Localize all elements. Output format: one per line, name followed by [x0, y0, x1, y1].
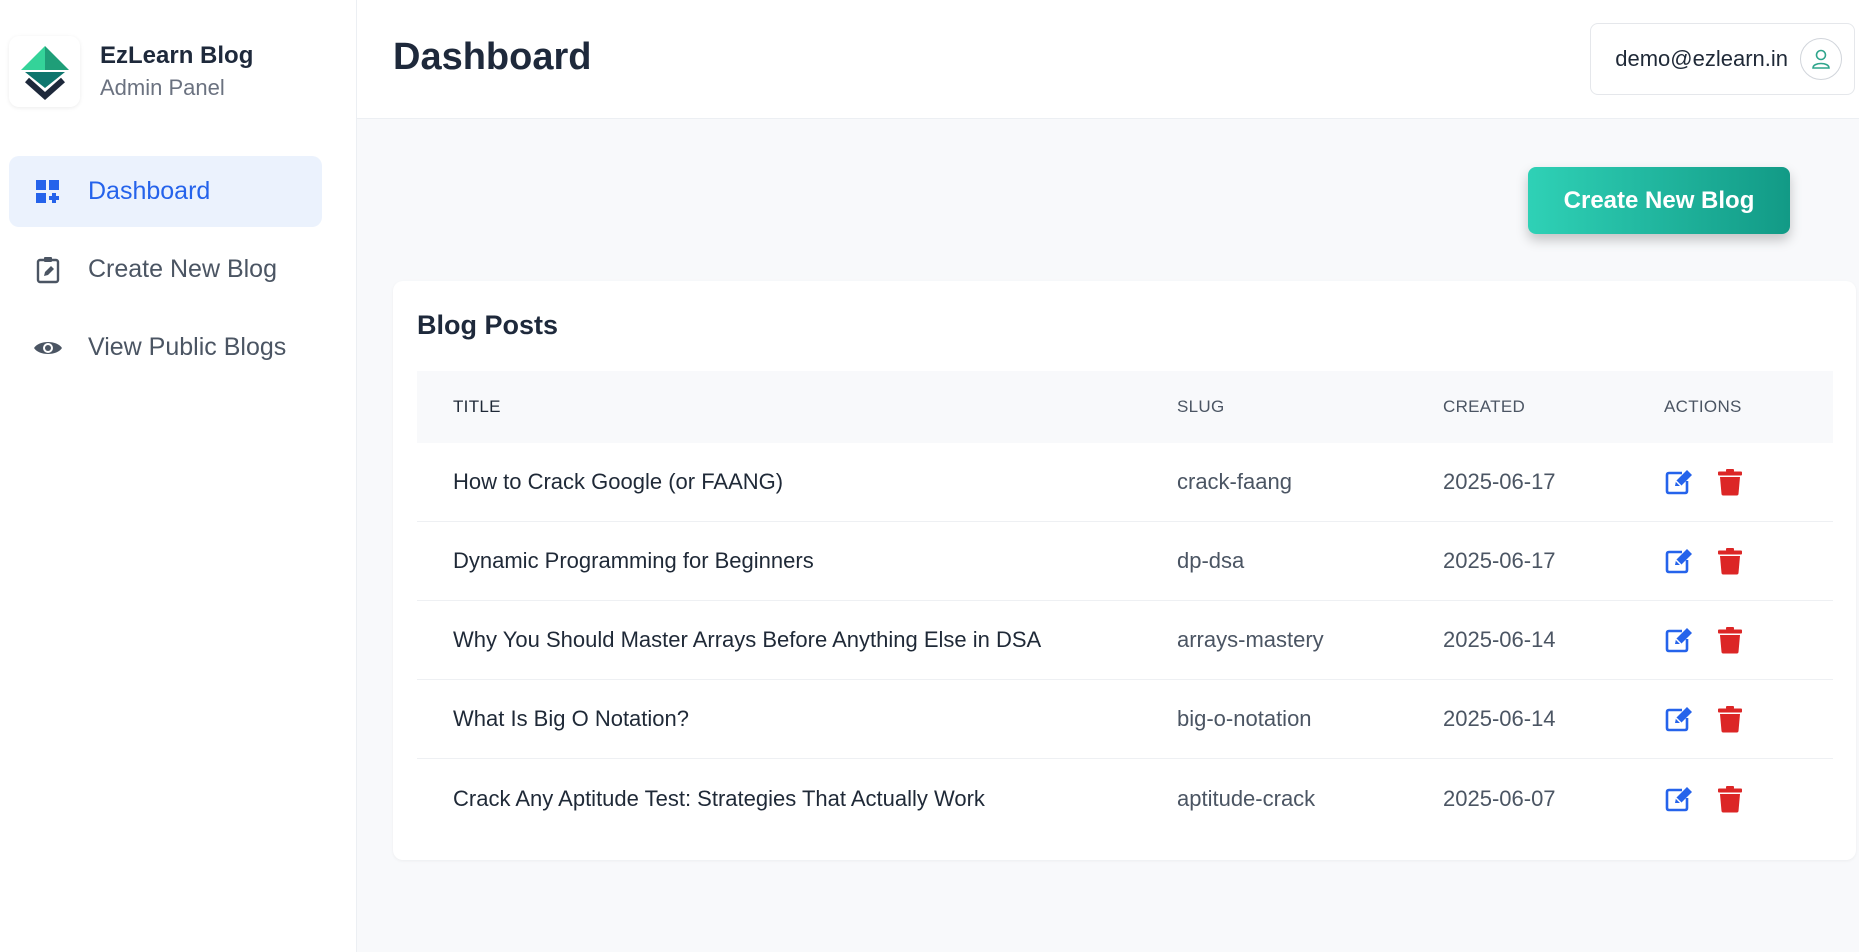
- column-header-created: CREATED: [1443, 397, 1526, 416]
- table-header: TITLE SLUG CREATED ACTIONS: [417, 371, 1833, 443]
- column-header-slug: SLUG: [1177, 397, 1225, 416]
- sidebar: EzLearn Blog Admin Panel Dashboard Creat…: [0, 0, 357, 952]
- trash-icon[interactable]: [1715, 784, 1745, 814]
- eye-icon: [33, 333, 63, 363]
- trash-icon[interactable]: [1715, 467, 1745, 497]
- page-title: Dashboard: [393, 36, 592, 78]
- sidebar-item-label: Create New Blog: [88, 255, 277, 283]
- create-new-blog-button[interactable]: Create New Blog: [1528, 167, 1790, 234]
- post-created: 2025-06-07: [1443, 785, 1556, 811]
- brand-subtitle: Admin Panel: [100, 74, 225, 100]
- post-slug: dp-dsa: [1177, 548, 1245, 573]
- sidebar-nav: Dashboard Create New Blog View Public Bl…: [9, 156, 322, 390]
- edit-icon[interactable]: [1664, 784, 1694, 814]
- row-actions: [1664, 546, 1833, 576]
- post-created: 2025-06-17: [1443, 469, 1556, 494]
- table-row: How to Crack Google (or FAANG) crack-faa…: [417, 443, 1833, 522]
- blog-posts-table: TITLE SLUG CREATED ACTIONS How to Crack …: [417, 371, 1833, 838]
- top-header: Dashboard demo@ezlearn.in: [357, 0, 1859, 119]
- edit-icon[interactable]: [1664, 546, 1694, 576]
- post-slug: arrays-mastery: [1177, 627, 1324, 652]
- blog-posts-card: Blog Posts TITLE SLUG CREATED ACTIONS Ho…: [393, 281, 1856, 860]
- column-header-title: TITLE: [453, 397, 501, 416]
- post-created: 2025-06-17: [1443, 548, 1556, 573]
- post-slug: crack-faang: [1177, 469, 1292, 494]
- sidebar-item-label: Dashboard: [88, 177, 211, 205]
- post-slug: big-o-notation: [1177, 706, 1312, 731]
- table-row: Dynamic Programming for Beginners dp-dsa…: [417, 522, 1833, 601]
- table-row: Why You Should Master Arrays Before Anyt…: [417, 601, 1833, 680]
- sidebar-item-dashboard[interactable]: Dashboard: [9, 156, 322, 227]
- logo: [9, 36, 80, 107]
- sidebar-item-view-public-blogs[interactable]: View Public Blogs: [9, 312, 322, 383]
- row-actions: [1664, 704, 1833, 734]
- post-title: How to Crack Google (or FAANG): [453, 469, 784, 494]
- post-title: Dynamic Programming for Beginners: [453, 548, 814, 573]
- sidebar-item-create-new-blog[interactable]: Create New Blog: [9, 234, 322, 305]
- post-title: Why You Should Master Arrays Before Anyt…: [453, 627, 1042, 652]
- avatar[interactable]: [1800, 38, 1842, 80]
- sidebar-item-label: View Public Blogs: [88, 333, 287, 361]
- brand: EzLearn Blog Admin Panel: [9, 36, 253, 107]
- post-created: 2025-06-14: [1443, 627, 1556, 652]
- clipboard-edit-icon: [33, 255, 63, 285]
- row-actions: [1664, 467, 1833, 497]
- user-email: demo@ezlearn.in: [1615, 46, 1788, 71]
- table-body: How to Crack Google (or FAANG) crack-faa…: [417, 443, 1833, 838]
- trash-icon[interactable]: [1715, 625, 1745, 655]
- post-title: Crack Any Aptitude Test: Strategies That…: [453, 785, 985, 811]
- column-header-actions: ACTIONS: [1664, 397, 1742, 416]
- dashboard-icon: [33, 177, 63, 207]
- table-row: Crack Any Aptitude Test: Strategies That…: [417, 759, 1833, 838]
- table-row: What Is Big O Notation? big-o-notation 2…: [417, 680, 1833, 759]
- post-slug: aptitude-crack: [1177, 785, 1316, 811]
- trash-icon[interactable]: [1715, 546, 1745, 576]
- edit-icon[interactable]: [1664, 467, 1694, 497]
- trash-icon[interactable]: [1715, 704, 1745, 734]
- post-title: What Is Big O Notation?: [453, 706, 689, 731]
- edit-icon[interactable]: [1664, 704, 1694, 734]
- brand-title: EzLearn Blog: [100, 41, 254, 69]
- logo-icon: [20, 45, 69, 100]
- blog-posts-title: Blog Posts: [417, 310, 559, 340]
- row-actions: [1664, 625, 1833, 655]
- user-icon: [1812, 49, 1830, 69]
- edit-icon[interactable]: [1664, 625, 1694, 655]
- row-actions: [1664, 784, 1833, 814]
- user-menu[interactable]: demo@ezlearn.in: [1590, 23, 1855, 95]
- post-created: 2025-06-14: [1443, 706, 1556, 731]
